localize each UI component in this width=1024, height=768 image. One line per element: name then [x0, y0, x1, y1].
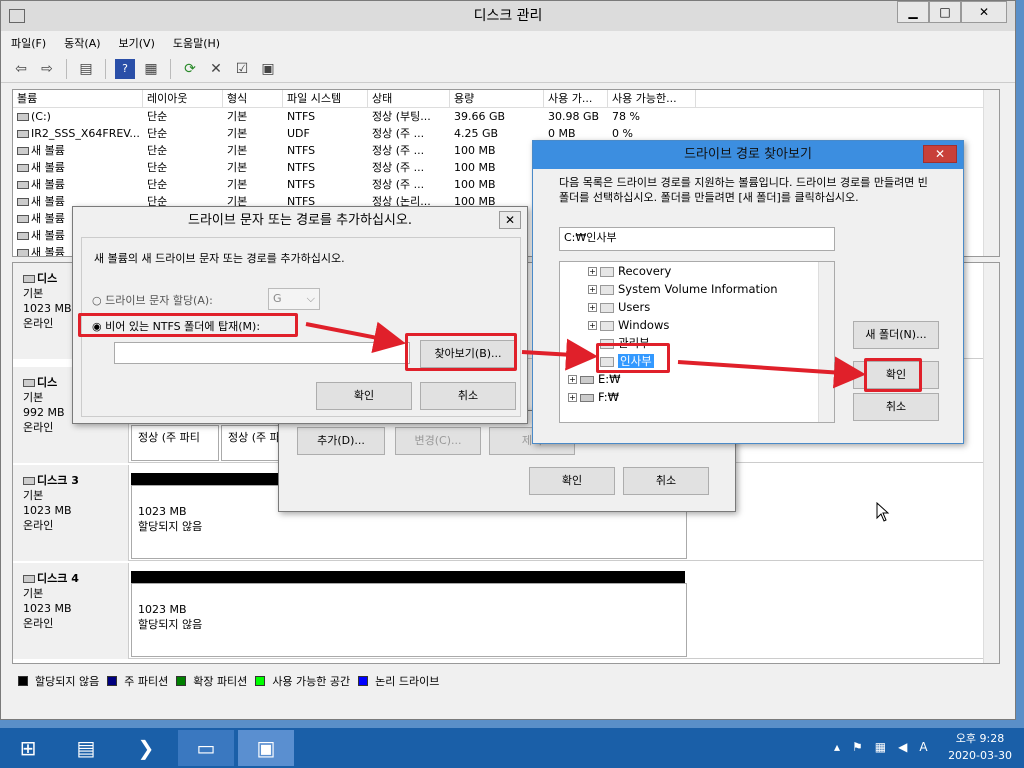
taskbar: ⊞ ▤ ❯ ▭ ▣ ▴ ⚑ ▦ ◀ A 오후 9:28 2020-03-30 — [0, 728, 1024, 768]
start-icon[interactable]: ⊞ — [0, 730, 56, 766]
show-hidden-icon[interactable]: ▴ — [834, 740, 840, 754]
arrow — [521, 338, 598, 371]
server-manager-icon[interactable]: ▤ — [58, 730, 114, 766]
flag-icon[interactable]: ⚑ — [852, 740, 863, 754]
clock-time: 오후 9:28 — [955, 732, 1005, 745]
clock[interactable]: 오후 9:28 2020-03-30 — [948, 730, 1012, 764]
disk-management-icon[interactable]: ▣ — [238, 730, 294, 766]
arrow — [677, 356, 866, 389]
ime-icon[interactable]: A — [919, 740, 927, 754]
volume-icon[interactable]: ◀ — [898, 740, 907, 754]
arrow — [305, 321, 406, 354]
mouse-cursor-icon — [876, 502, 890, 522]
network-icon[interactable]: ▦ — [875, 740, 886, 754]
file-explorer-icon[interactable]: ▭ — [178, 730, 234, 766]
clock-date: 2020-03-30 — [948, 749, 1012, 762]
annotation-arrows — [305, 321, 866, 389]
powershell-icon[interactable]: ❯ — [118, 730, 174, 766]
